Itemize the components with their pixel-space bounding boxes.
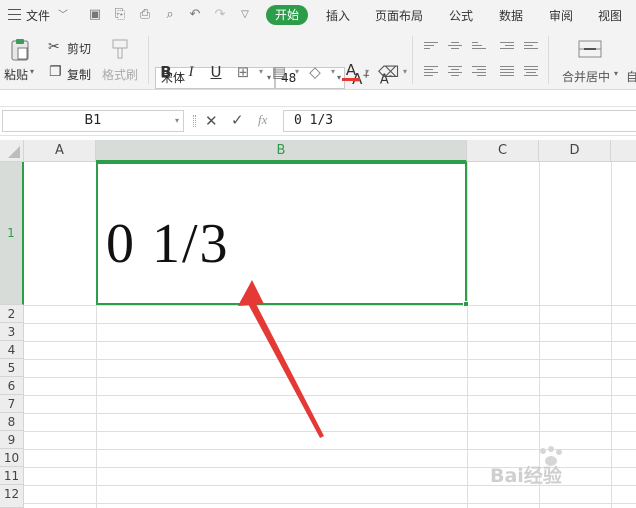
increase-indent-icon[interactable] xyxy=(524,42,538,54)
distributed-icon[interactable] xyxy=(524,66,538,78)
copy-button[interactable]: 复制 xyxy=(67,66,91,83)
copy-icon[interactable]: ❐ xyxy=(49,64,62,80)
paste-chevron-icon[interactable]: ▾ xyxy=(30,67,34,76)
row-header-4[interactable]: 4 xyxy=(0,341,24,359)
paste-button[interactable]: 粘贴 xyxy=(4,66,28,83)
select-all-corner[interactable] xyxy=(0,140,24,162)
annotation-arrow-icon xyxy=(238,280,324,438)
file-menu[interactable]: 文件 xyxy=(26,7,50,24)
fill-color-icon[interactable]: ◇ xyxy=(306,63,324,81)
watermark-text: Bai经验 xyxy=(490,465,562,487)
save-icon[interactable]: ▣ xyxy=(87,7,103,23)
paste-icon[interactable] xyxy=(10,38,30,62)
eraser-icon[interactable]: ⌫ xyxy=(378,63,399,81)
italic-button[interactable]: I xyxy=(182,63,200,81)
bold-button[interactable]: B xyxy=(157,63,175,81)
row-header-8[interactable]: 8 xyxy=(0,413,24,431)
column-header-a[interactable]: A xyxy=(24,140,96,162)
align-middle-icon[interactable] xyxy=(448,42,462,54)
confirm-icon[interactable]: ✓ xyxy=(231,111,244,129)
redo-icon[interactable]: ↷ xyxy=(212,7,228,23)
align-left-icon[interactable] xyxy=(424,66,438,78)
name-box-value: B1 xyxy=(84,113,102,128)
cell-style-icon[interactable]: ▤ xyxy=(270,63,288,81)
gridline xyxy=(24,503,636,504)
column-header-e[interactable] xyxy=(611,140,636,162)
file-menu-chevron-icon[interactable]: ﹀ xyxy=(58,6,68,21)
tab-insert[interactable]: 插入 xyxy=(326,7,350,24)
align-bottom-icon[interactable] xyxy=(472,42,486,54)
column-header-b[interactable]: B xyxy=(96,140,467,162)
merge-center-icon[interactable] xyxy=(578,40,602,58)
cell-style-chevron-icon[interactable]: ▾ xyxy=(288,63,306,81)
row-header-7[interactable]: 7 xyxy=(0,395,24,413)
print-preview-icon[interactable]: ⌕ xyxy=(162,7,178,23)
align-top-icon[interactable] xyxy=(424,42,438,54)
formula-bar: B1 ▾ ✕ ✓ fx 0 1/3 xyxy=(0,106,636,136)
row-header-2[interactable]: 2 xyxy=(0,305,24,323)
cell-b1-value: 0 1/3 xyxy=(106,213,230,275)
watermark: Bai经验 xyxy=(485,445,605,495)
customize-chevron-icon[interactable]: ▽ xyxy=(237,7,253,23)
tab-page-layout[interactable]: 页面布局 xyxy=(375,7,423,24)
ribbon-toolbar: 粘贴 ▾ ✂ 剪切 ❐ 复制 格式刷 宋体 ▾ 48 ▾ A+ A- B I U… xyxy=(0,30,636,90)
format-painter-button[interactable]: 格式刷 xyxy=(102,66,138,83)
justify-icon[interactable] xyxy=(500,66,514,78)
undo-icon[interactable]: ↶ xyxy=(187,7,203,23)
tab-data[interactable]: 数据 xyxy=(499,7,523,24)
row-header-10[interactable]: 10 xyxy=(0,449,24,467)
borders-chevron-icon[interactable]: ▾ xyxy=(252,63,270,81)
row-header-6[interactable]: 6 xyxy=(0,377,24,395)
row-header-1[interactable]: 1 xyxy=(0,162,24,305)
name-box[interactable]: B1 ▾ xyxy=(2,110,184,132)
column-header-d[interactable]: D xyxy=(539,140,611,162)
scissors-icon[interactable]: ✂ xyxy=(48,39,60,55)
menu-bar: 文件 ﹀ ▣ ⎘ ⎙ ⌕ ↶ ↷ ▽ 开始 插入 页面布局 公式 数据 审阅 视… xyxy=(0,0,636,30)
auto-wrap-button[interactable]: 自 xyxy=(626,68,636,85)
merge-center-chevron-icon[interactable]: ▾ xyxy=(614,69,618,78)
cancel-icon[interactable]: ✕ xyxy=(205,112,218,130)
merge-center-button[interactable]: 合并居中 xyxy=(562,68,610,85)
export-icon[interactable]: ⎘ xyxy=(112,7,128,23)
row-header-5[interactable]: 5 xyxy=(0,359,24,377)
row-header-3[interactable]: 3 xyxy=(0,323,24,341)
select-all-triangle-icon xyxy=(8,146,20,158)
decrease-indent-icon[interactable] xyxy=(500,42,514,54)
gridline xyxy=(467,162,468,508)
hamburger-menu-icon[interactable] xyxy=(8,9,21,20)
font-color-chevron-icon[interactable]: ▾ xyxy=(358,63,376,81)
tab-view[interactable]: 视图 xyxy=(598,7,622,24)
row-header-12[interactable]: 12 xyxy=(0,485,24,508)
formula-bar-handle[interactable] xyxy=(193,115,196,127)
formula-input[interactable]: 0 1/3 xyxy=(283,110,636,132)
cut-button[interactable]: 剪切 xyxy=(67,40,91,57)
fill-color-chevron-icon[interactable]: ▾ xyxy=(324,63,342,81)
row-header-9[interactable]: 9 xyxy=(0,431,24,449)
tab-formulas[interactable]: 公式 xyxy=(449,7,473,24)
underline-button[interactable]: U xyxy=(207,63,225,81)
row-header-11[interactable]: 11 xyxy=(0,467,24,485)
insert-function-icon[interactable]: fx xyxy=(258,112,267,128)
tab-review[interactable]: 审阅 xyxy=(549,7,573,24)
align-center-icon[interactable] xyxy=(448,66,462,78)
tab-home[interactable]: 开始 xyxy=(266,5,308,25)
borders-icon[interactable]: ⊞ xyxy=(234,63,252,81)
print-icon[interactable]: ⎙ xyxy=(137,7,153,23)
chevron-down-icon[interactable]: ▾ xyxy=(175,111,179,131)
fill-handle[interactable] xyxy=(463,301,469,307)
gridline xyxy=(611,162,612,508)
align-right-icon[interactable] xyxy=(472,66,486,78)
column-header-c[interactable]: C xyxy=(467,140,539,162)
format-painter-icon[interactable] xyxy=(110,38,130,60)
